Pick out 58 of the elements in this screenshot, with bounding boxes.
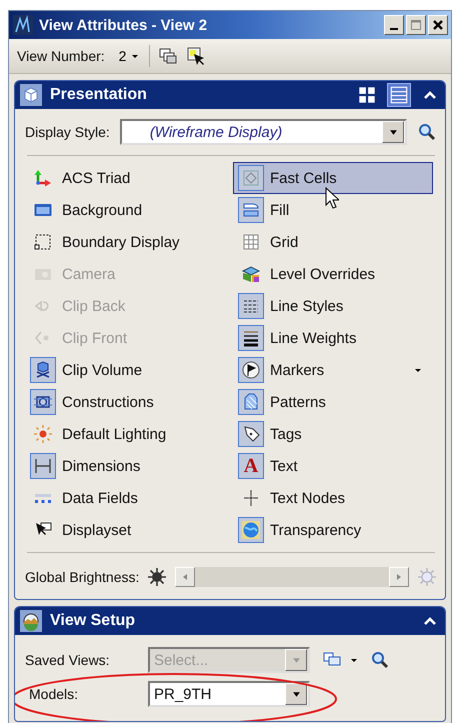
display-style-dropdown[interactable]: (Wireframe Display): [120, 119, 407, 145]
display-option[interactable]: Patterns: [233, 386, 433, 418]
bright-sun-icon: [417, 567, 437, 587]
cube-icon: [20, 84, 42, 106]
display-option[interactable]: Line Weights: [233, 322, 433, 354]
minimize-icon: [390, 28, 398, 30]
maximize-icon: [410, 19, 422, 31]
close-button[interactable]: [428, 15, 448, 35]
display-style-label: Display Style:: [25, 124, 110, 140]
dark-sun-icon: [147, 567, 168, 587]
display-option[interactable]: Default Lighting: [25, 418, 229, 450]
saved-views-label: Saved Views:: [25, 652, 111, 668]
mouse-cursor-icon: [325, 187, 339, 209]
display-option[interactable]: Grid: [233, 226, 433, 258]
view-number-label: View Number:: [17, 48, 105, 64]
list-view-icon[interactable]: [387, 83, 411, 107]
letter-icon: A: [238, 453, 264, 479]
models-dropdown[interactable]: PR_9TH: [148, 681, 310, 707]
display-option[interactable]: Displayset: [25, 514, 229, 546]
window-title: View Attributes - View 2: [39, 16, 208, 34]
display-option[interactable]: Boundary Display: [25, 226, 229, 258]
windows-icon[interactable]: [158, 46, 178, 66]
search-icon[interactable]: [370, 650, 390, 670]
view-number-dropdown[interactable]: 2: [112, 48, 142, 64]
display-option[interactable]: A Text: [233, 450, 433, 482]
panel-title: Presentation: [50, 86, 148, 104]
display-option[interactable]: ACS Triad: [25, 162, 229, 194]
maximize-button[interactable]: [406, 15, 426, 35]
models-label: Models:: [28, 686, 80, 702]
display-option[interactable]: Dimensions: [25, 450, 229, 482]
app-logo-icon: [13, 15, 33, 35]
display-option[interactable]: Background: [25, 194, 229, 226]
caret-icon[interactable]: [350, 656, 358, 664]
brightness-slider[interactable]: [175, 567, 409, 587]
pointer-icon[interactable]: [186, 46, 206, 66]
caret-icon[interactable]: [414, 366, 422, 374]
close-icon: [432, 19, 444, 31]
minimize-button[interactable]: [384, 15, 404, 35]
caret-icon: [292, 690, 300, 698]
display-option[interactable]: Fast Cells: [233, 162, 433, 194]
display-option[interactable]: Level Overrides: [233, 258, 433, 290]
display-option[interactable]: Data Fields: [25, 482, 229, 514]
left-arrow-icon[interactable]: [181, 573, 190, 581]
display-option[interactable]: Transparency: [233, 514, 433, 546]
display-option[interactable]: Clip Volume: [25, 354, 229, 386]
display-option[interactable]: Line Styles: [233, 290, 433, 322]
display-option[interactable]: Markers: [233, 354, 433, 386]
right-arrow-icon[interactable]: [395, 573, 403, 581]
display-option[interactable]: Constructions: [25, 386, 229, 418]
display-option[interactable]: Tags: [233, 418, 433, 450]
display-option[interactable]: Text Nodes: [233, 482, 433, 514]
search-icon[interactable]: [417, 122, 437, 142]
caret-icon: [292, 656, 300, 664]
landscape-icon: [20, 610, 42, 632]
caret-icon: [388, 128, 398, 136]
panel-title: View Setup: [50, 612, 136, 630]
caret-icon: [131, 52, 140, 60]
brightness-label: Global Brightness:: [25, 569, 140, 585]
